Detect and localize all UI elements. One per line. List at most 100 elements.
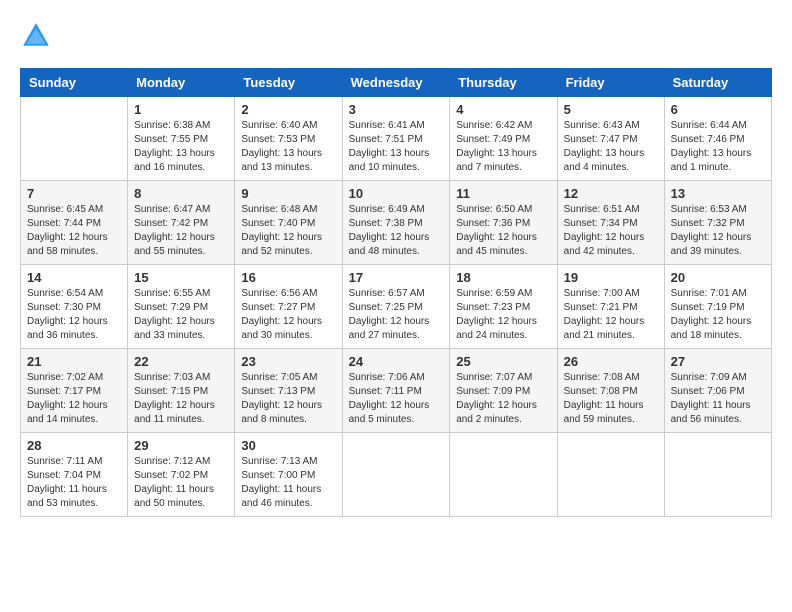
calendar-cell: 14 Sunrise: 6:54 AM Sunset: 7:30 PM Dayli… xyxy=(21,265,128,349)
day-number: 27 xyxy=(671,354,765,369)
day-info: Sunrise: 6:45 AM Sunset: 7:44 PM Dayligh… xyxy=(27,203,121,259)
day-info: Sunrise: 7:02 AM Sunset: 7:17 PM Dayligh… xyxy=(27,371,121,427)
calendar-cell: 15 Sunrise: 6:55 AM Sunset: 7:29 PM Dayli… xyxy=(128,265,235,349)
calendar-header-row: SundayMondayTuesdayWednesdayThursdayFrid… xyxy=(21,69,772,97)
calendar-cell: 8 Sunrise: 6:47 AM Sunset: 7:42 PM Daylig… xyxy=(128,181,235,265)
calendar-cell xyxy=(450,433,557,517)
day-number: 29 xyxy=(134,438,228,453)
day-info: Sunrise: 6:53 AM Sunset: 7:32 PM Dayligh… xyxy=(671,203,765,259)
day-number: 26 xyxy=(564,354,658,369)
calendar-cell xyxy=(664,433,771,517)
day-number: 15 xyxy=(134,270,228,285)
day-info: Sunrise: 6:47 AM Sunset: 7:42 PM Dayligh… xyxy=(134,203,228,259)
day-number: 14 xyxy=(27,270,121,285)
day-info: Sunrise: 7:00 AM Sunset: 7:21 PM Dayligh… xyxy=(564,287,658,343)
column-header-monday: Monday xyxy=(128,69,235,97)
day-number: 11 xyxy=(456,186,550,201)
day-number: 19 xyxy=(564,270,658,285)
calendar-cell: 22 Sunrise: 7:03 AM Sunset: 7:15 PM Dayli… xyxy=(128,349,235,433)
calendar-cell: 1Sunrise: 6:38 AM Sunset: 7:55 PM Daylig… xyxy=(128,97,235,181)
calendar-cell: 25 Sunrise: 7:07 AM Sunset: 7:09 PM Dayli… xyxy=(450,349,557,433)
day-info: Sunrise: 6:54 AM Sunset: 7:30 PM Dayligh… xyxy=(27,287,121,343)
day-number: 17 xyxy=(349,270,444,285)
day-info: Sunrise: 7:12 AM Sunset: 7:02 PM Dayligh… xyxy=(134,455,228,511)
day-number: 28 xyxy=(27,438,121,453)
day-number: 16 xyxy=(241,270,335,285)
day-info: Sunrise: 7:03 AM Sunset: 7:15 PM Dayligh… xyxy=(134,371,228,427)
calendar-cell: 9 Sunrise: 6:48 AM Sunset: 7:40 PM Daylig… xyxy=(235,181,342,265)
day-number: 6 xyxy=(671,102,765,117)
day-number: 24 xyxy=(349,354,444,369)
week-row-5: 28 Sunrise: 7:11 AM Sunset: 7:04 PM Dayli… xyxy=(21,433,772,517)
calendar-cell: 10 Sunrise: 6:49 AM Sunset: 7:38 PM Dayli… xyxy=(342,181,450,265)
calendar-cell: 26 Sunrise: 7:08 AM Sunset: 7:08 PM Dayli… xyxy=(557,349,664,433)
calendar-cell: 16 Sunrise: 6:56 AM Sunset: 7:27 PM Dayli… xyxy=(235,265,342,349)
calendar-cell: 4 Sunrise: 6:42 AM Sunset: 7:49 PM Daylig… xyxy=(450,97,557,181)
day-info: Sunrise: 6:41 AM Sunset: 7:51 PM Dayligh… xyxy=(349,119,444,175)
logo-icon xyxy=(20,20,52,52)
calendar-cell: 13 Sunrise: 6:53 AM Sunset: 7:32 PM Dayli… xyxy=(664,181,771,265)
day-info: Sunrise: 6:48 AM Sunset: 7:40 PM Dayligh… xyxy=(241,203,335,259)
day-number: 12 xyxy=(564,186,658,201)
day-number: 3 xyxy=(349,102,444,117)
day-info: Sunrise: 6:42 AM Sunset: 7:49 PM Dayligh… xyxy=(456,119,550,175)
day-number: 20 xyxy=(671,270,765,285)
day-number: 2 xyxy=(241,102,335,117)
day-number: 18 xyxy=(456,270,550,285)
calendar-cell: 27 Sunrise: 7:09 AM Sunset: 7:06 PM Dayli… xyxy=(664,349,771,433)
week-row-3: 14 Sunrise: 6:54 AM Sunset: 7:30 PM Dayli… xyxy=(21,265,772,349)
calendar-cell: 23Sunrise: 7:05 AM Sunset: 7:13 PM Dayli… xyxy=(235,349,342,433)
column-header-saturday: Saturday xyxy=(664,69,771,97)
day-info: Sunrise: 6:40 AM Sunset: 7:53 PM Dayligh… xyxy=(241,119,335,175)
column-header-sunday: Sunday xyxy=(21,69,128,97)
week-row-2: 7 Sunrise: 6:45 AM Sunset: 7:44 PM Daylig… xyxy=(21,181,772,265)
day-number: 25 xyxy=(456,354,550,369)
calendar-cell xyxy=(21,97,128,181)
calendar-cell: 5Sunrise: 6:43 AM Sunset: 7:47 PM Daylig… xyxy=(557,97,664,181)
column-header-friday: Friday xyxy=(557,69,664,97)
day-number: 9 xyxy=(241,186,335,201)
week-row-1: 1Sunrise: 6:38 AM Sunset: 7:55 PM Daylig… xyxy=(21,97,772,181)
day-info: Sunrise: 7:07 AM Sunset: 7:09 PM Dayligh… xyxy=(456,371,550,427)
day-info: Sunrise: 6:56 AM Sunset: 7:27 PM Dayligh… xyxy=(241,287,335,343)
day-number: 22 xyxy=(134,354,228,369)
day-info: Sunrise: 7:11 AM Sunset: 7:04 PM Dayligh… xyxy=(27,455,121,511)
day-info: Sunrise: 6:50 AM Sunset: 7:36 PM Dayligh… xyxy=(456,203,550,259)
day-info: Sunrise: 6:49 AM Sunset: 7:38 PM Dayligh… xyxy=(349,203,444,259)
day-number: 13 xyxy=(671,186,765,201)
day-number: 21 xyxy=(27,354,121,369)
calendar-table: SundayMondayTuesdayWednesdayThursdayFrid… xyxy=(20,68,772,517)
calendar-cell: 24 Sunrise: 7:06 AM Sunset: 7:11 PM Dayli… xyxy=(342,349,450,433)
calendar-cell: 3 Sunrise: 6:41 AM Sunset: 7:51 PM Daylig… xyxy=(342,97,450,181)
calendar-cell: 19 Sunrise: 7:00 AM Sunset: 7:21 PM Dayli… xyxy=(557,265,664,349)
calendar-cell: 11 Sunrise: 6:50 AM Sunset: 7:36 PM Dayli… xyxy=(450,181,557,265)
calendar-cell: 18 Sunrise: 6:59 AM Sunset: 7:23 PM Dayli… xyxy=(450,265,557,349)
day-number: 10 xyxy=(349,186,444,201)
calendar-cell: 29 Sunrise: 7:12 AM Sunset: 7:02 PM Dayli… xyxy=(128,433,235,517)
calendar-cell xyxy=(342,433,450,517)
day-info: Sunrise: 6:44 AM Sunset: 7:46 PM Dayligh… xyxy=(671,119,765,175)
week-row-4: 21 Sunrise: 7:02 AM Sunset: 7:17 PM Dayli… xyxy=(21,349,772,433)
day-number: 8 xyxy=(134,186,228,201)
day-info: Sunrise: 7:09 AM Sunset: 7:06 PM Dayligh… xyxy=(671,371,765,427)
column-header-thursday: Thursday xyxy=(450,69,557,97)
day-info: Sunrise: 7:01 AM Sunset: 7:19 PM Dayligh… xyxy=(671,287,765,343)
page-header xyxy=(20,20,772,52)
day-info: Sunrise: 6:59 AM Sunset: 7:23 PM Dayligh… xyxy=(456,287,550,343)
day-number: 7 xyxy=(27,186,121,201)
day-number: 5 xyxy=(564,102,658,117)
day-info: Sunrise: 7:08 AM Sunset: 7:08 PM Dayligh… xyxy=(564,371,658,427)
day-info: Sunrise: 6:51 AM Sunset: 7:34 PM Dayligh… xyxy=(564,203,658,259)
calendar-cell: 21 Sunrise: 7:02 AM Sunset: 7:17 PM Dayli… xyxy=(21,349,128,433)
day-info: Sunrise: 7:06 AM Sunset: 7:11 PM Dayligh… xyxy=(349,371,444,427)
calendar-cell xyxy=(557,433,664,517)
calendar-cell: 6 Sunrise: 6:44 AM Sunset: 7:46 PM Daylig… xyxy=(664,97,771,181)
calendar-cell: 2 Sunrise: 6:40 AM Sunset: 7:53 PM Daylig… xyxy=(235,97,342,181)
day-info: Sunrise: 6:55 AM Sunset: 7:29 PM Dayligh… xyxy=(134,287,228,343)
calendar-cell: 17Sunrise: 6:57 AM Sunset: 7:25 PM Dayli… xyxy=(342,265,450,349)
day-number: 4 xyxy=(456,102,550,117)
day-number: 30 xyxy=(241,438,335,453)
day-number: 23 xyxy=(241,354,335,369)
day-info: Sunrise: 6:38 AM Sunset: 7:55 PM Dayligh… xyxy=(134,119,228,175)
calendar-cell: 7 Sunrise: 6:45 AM Sunset: 7:44 PM Daylig… xyxy=(21,181,128,265)
